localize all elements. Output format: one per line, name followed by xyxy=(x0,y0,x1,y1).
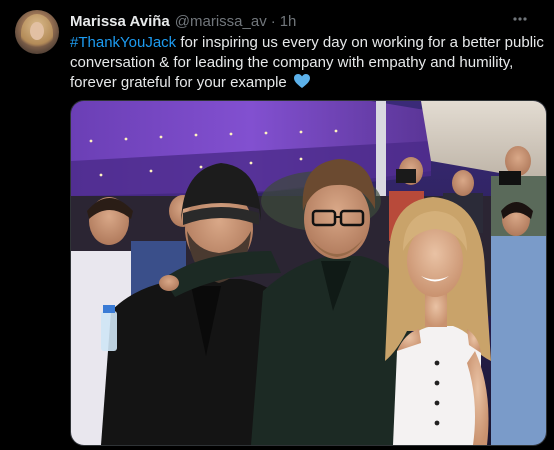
avatar[interactable] xyxy=(15,10,59,54)
blue-heart-icon xyxy=(293,73,311,95)
hashtag-link[interactable]: #ThankYouJack xyxy=(70,34,176,51)
photo-scene xyxy=(71,101,546,445)
tweet-text: #ThankYouJack for inspiring us every day… xyxy=(70,33,550,95)
author-handle[interactable]: @marissa_av xyxy=(175,13,267,30)
author-name[interactable]: Marissa Aviña xyxy=(70,13,170,30)
more-options-icon[interactable] xyxy=(510,9,530,29)
tweet-card[interactable]: Marissa Aviña @marissa_av · 1h #ThankYou… xyxy=(0,0,554,450)
timestamp[interactable]: 1h xyxy=(280,13,297,30)
tweet-photo[interactable] xyxy=(70,100,547,446)
avatar-face xyxy=(30,22,44,40)
tweet-header: Marissa Aviña @marissa_av · 1h xyxy=(70,11,534,31)
separator-dot: · xyxy=(270,12,276,30)
